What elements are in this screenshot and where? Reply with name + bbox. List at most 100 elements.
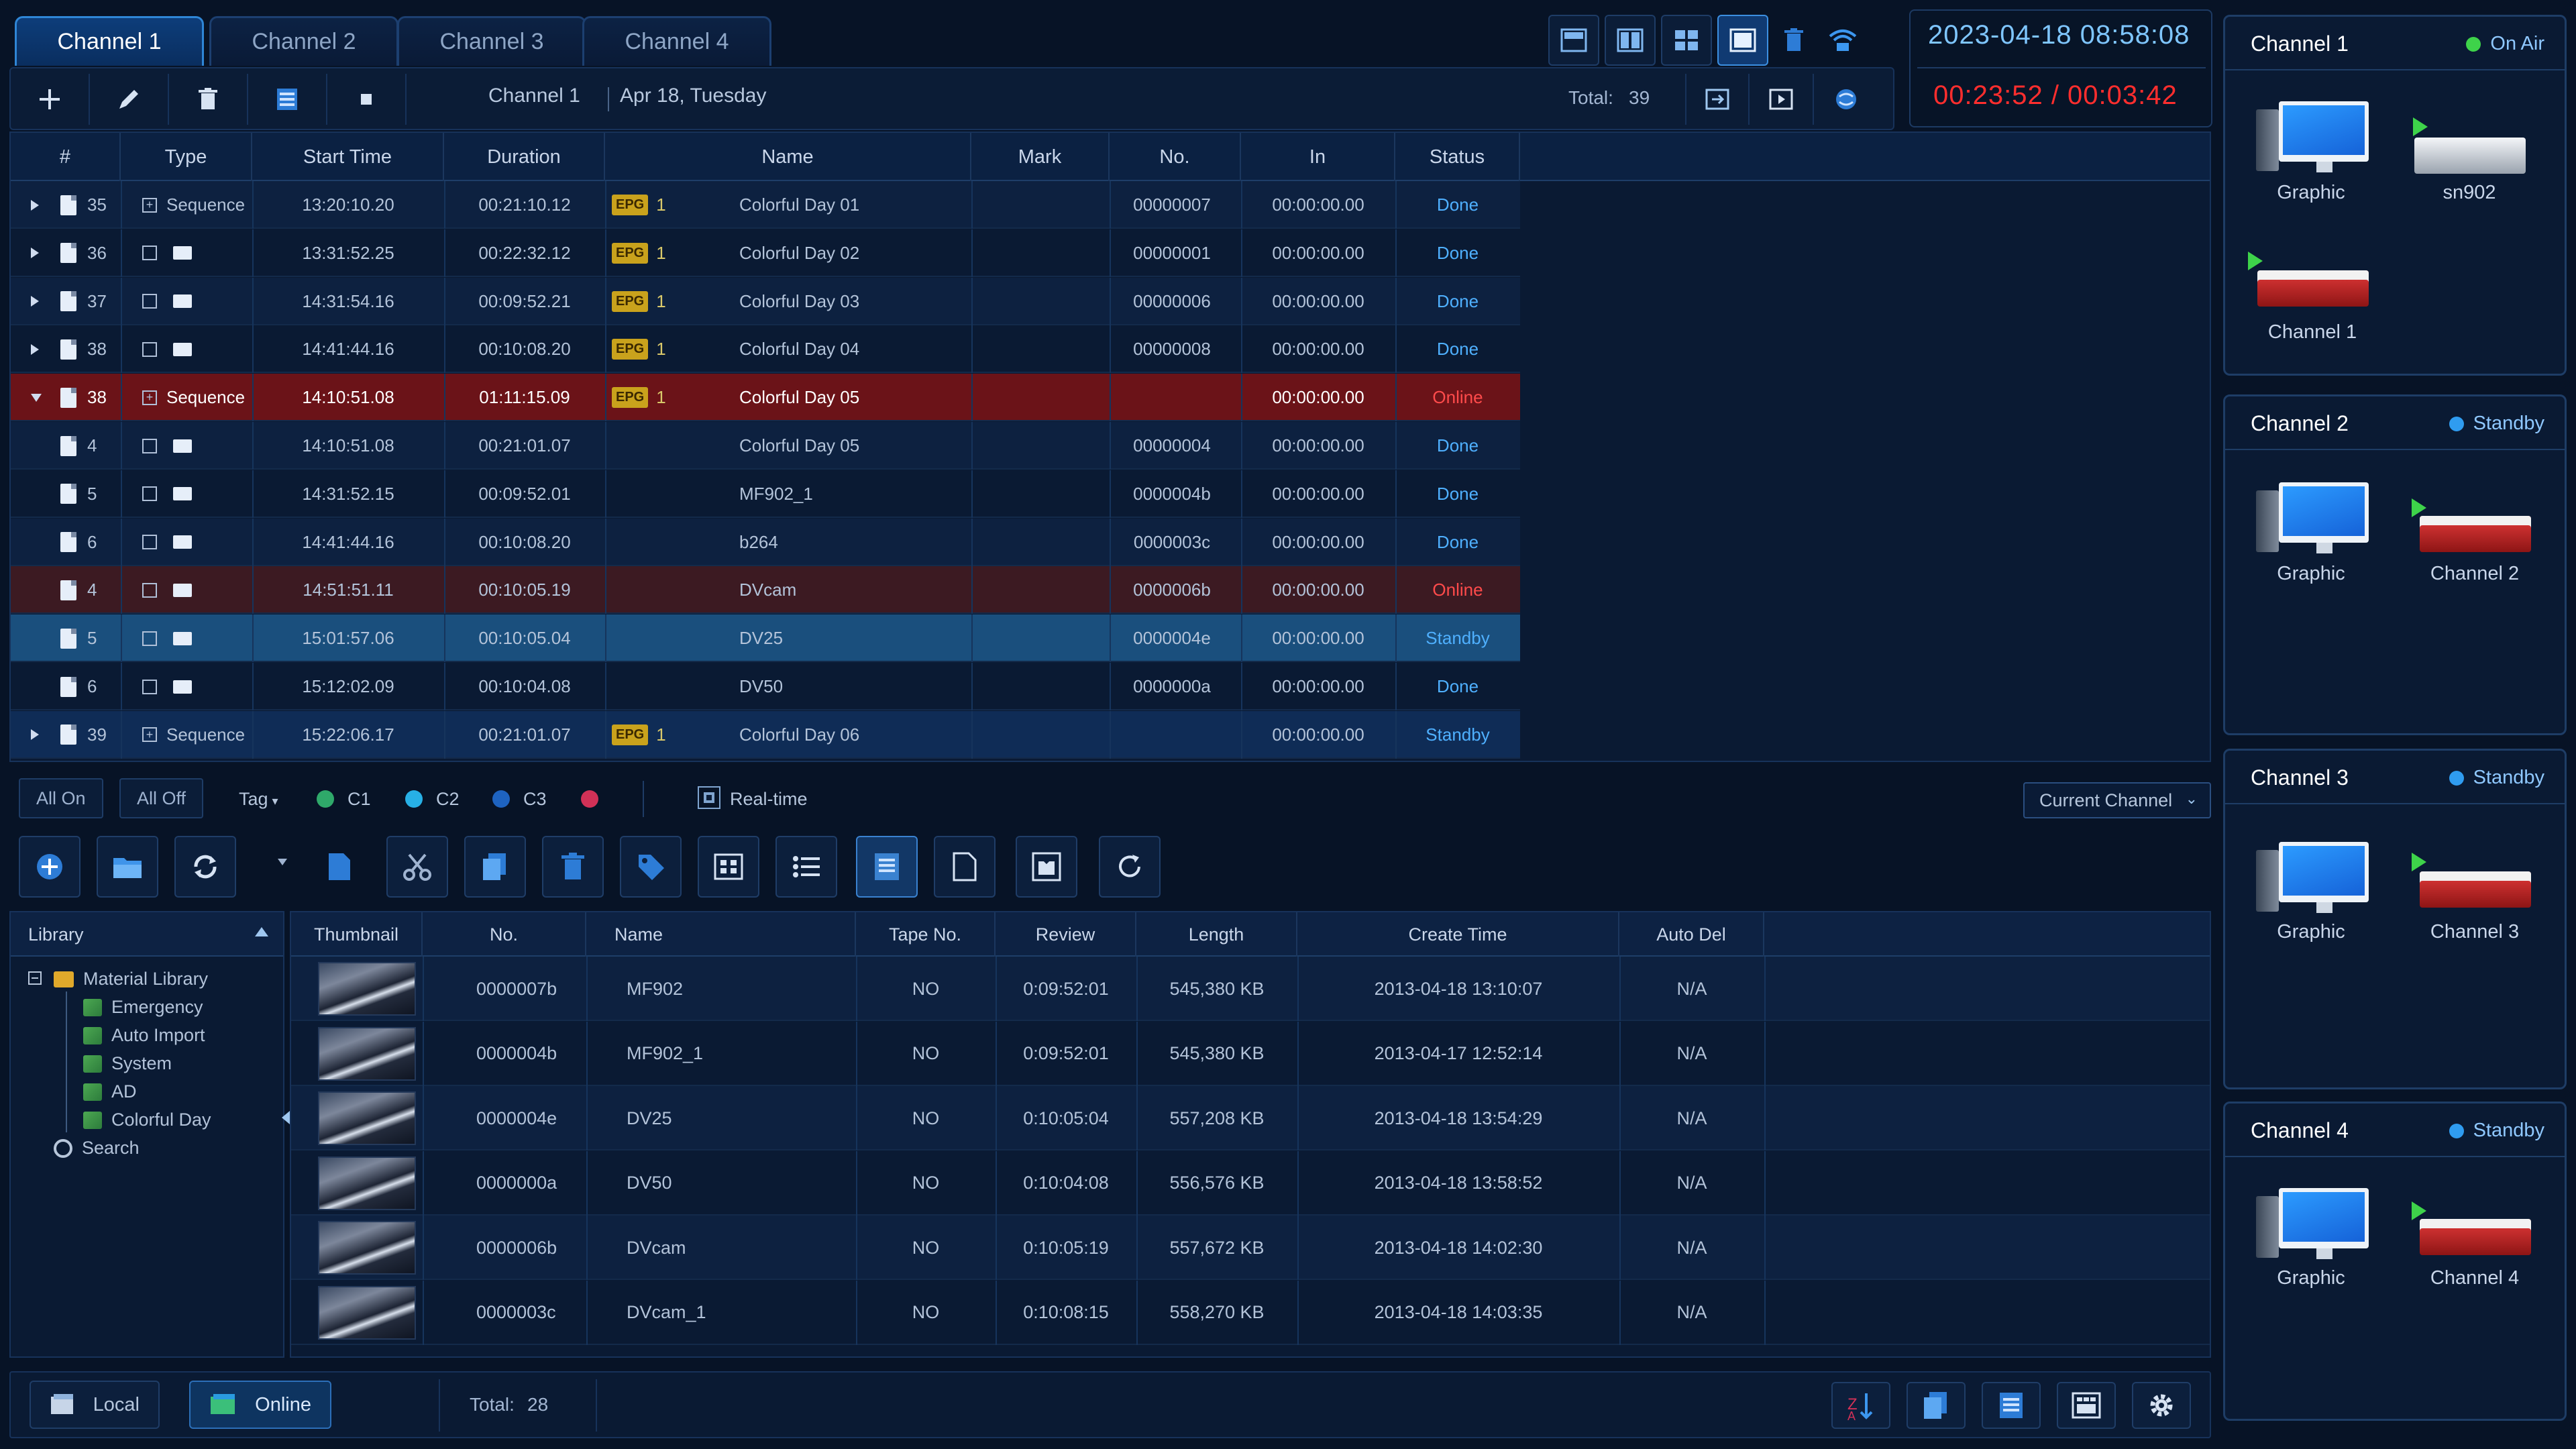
channel-card-1[interactable]: Channel 1 On Air Graphic sn902 Channel 1 <box>2223 15 2567 376</box>
new-file-icon[interactable] <box>309 836 370 898</box>
trash-icon[interactable] <box>1774 15 1814 66</box>
online-button[interactable]: Online <box>189 1381 331 1429</box>
media-row[interactable]: 0000007b MF902 NO 0:09:52:01 545,380 KB 2013-… <box>291 957 2210 1021</box>
schedule-icon[interactable] <box>1982 1382 2041 1429</box>
tree-item-emergency[interactable]: Emergency <box>83 997 203 1018</box>
table-row[interactable]: 5 14:31:52.15 00:09:52.01 MF902_1 0000004b 00… <box>11 470 1520 518</box>
col-mark[interactable]: Mark <box>971 133 1110 181</box>
table-row[interactable]: 5 15:01:57.06 00:10:05.04 DV25 0000004e 00:00… <box>11 614 1520 663</box>
globe-icon[interactable] <box>1814 74 1878 125</box>
media-thumbnail[interactable] <box>318 1026 416 1081</box>
collapse-icon[interactable] <box>255 927 268 936</box>
table-row[interactable]: 38 14:41:44.16 00:10:08.20 EPG 1 Colorful Day… <box>11 325 1520 374</box>
add-media-button[interactable] <box>19 836 80 898</box>
col-thumbnail[interactable]: Thumbnail <box>291 912 423 957</box>
expand-toggle-icon[interactable] <box>31 711 39 759</box>
media-row[interactable]: 0000006b DVcam NO 0:10:05:19 557,672 KB 2013-… <box>291 1216 2210 1280</box>
table-row[interactable]: 6 15:12:02.09 00:10:04.08 DV50 0000000a 00:00… <box>11 663 1520 710</box>
media-row[interactable]: 0000003c DVcam_1 NO 0:10:08:15 558,270 KB 201… <box>291 1280 2210 1345</box>
reload-icon[interactable] <box>1099 836 1161 898</box>
col-number[interactable]: # <box>11 133 121 181</box>
tag-c4-dot[interactable] <box>581 790 598 808</box>
folder-open-icon[interactable] <box>97 836 158 898</box>
col-media-no[interactable]: No. <box>423 912 586 957</box>
media-row[interactable]: 0000000a DV50 NO 0:10:04:08 556,576 KB 2013-0… <box>291 1150 2210 1216</box>
layout-grid-icon[interactable] <box>1661 15 1712 66</box>
expand-toggle-icon[interactable] <box>31 229 39 277</box>
tree-item-ad[interactable]: AD <box>83 1081 137 1102</box>
layout-single-icon[interactable] <box>1548 15 1599 66</box>
schedule-view-icon[interactable] <box>856 836 918 898</box>
expand-toggle-icon[interactable] <box>31 278 39 325</box>
table-row[interactable]: 37 14:31:54.16 00:09:52.21 EPG 1 Colorful Day… <box>11 277 1520 325</box>
channel-scope-select[interactable]: Current Channel ⌄ <box>2023 782 2211 818</box>
media-thumbnail[interactable] <box>318 1221 416 1275</box>
col-length[interactable]: Length <box>1136 912 1297 957</box>
media-thumbnail[interactable] <box>318 962 416 1016</box>
grid-view-icon[interactable] <box>698 836 759 898</box>
col-auto-del[interactable]: Auto Del <box>1619 912 1764 957</box>
tree-item-search[interactable]: Search <box>54 1138 140 1159</box>
import-icon[interactable] <box>1016 836 1077 898</box>
col-no[interactable]: No. <box>1110 133 1241 181</box>
col-duration[interactable]: Duration <box>444 133 605 181</box>
stop-button[interactable] <box>327 74 407 125</box>
tab-channel-2[interactable]: Channel 2 <box>209 16 398 66</box>
export-icon[interactable] <box>1685 74 1750 125</box>
local-button[interactable]: Local <box>30 1381 160 1429</box>
media-thumbnail[interactable] <box>318 1156 416 1210</box>
tab-channel-4[interactable]: Channel 4 <box>582 16 771 66</box>
col-review[interactable]: Review <box>996 912 1136 957</box>
copy-icon[interactable] <box>464 836 526 898</box>
tree-item-material-library[interactable]: Material Library <box>54 969 208 989</box>
col-create-time[interactable]: Create Time <box>1297 912 1619 957</box>
grid-panel-icon[interactable] <box>2057 1382 2116 1429</box>
dropdown-arrow-icon[interactable] <box>278 859 287 865</box>
schedule-button[interactable] <box>248 74 327 125</box>
tree-item-system[interactable]: System <box>83 1053 172 1074</box>
list-view-icon[interactable] <box>775 836 837 898</box>
expand-toggle-icon[interactable] <box>31 181 39 229</box>
tag-c1-dot[interactable] <box>317 790 334 808</box>
tree-item-colorful-day[interactable]: Colorful Day <box>83 1110 211 1130</box>
trash-icon[interactable] <box>542 836 604 898</box>
col-in[interactable]: In <box>1241 133 1395 181</box>
blank-document-icon[interactable] <box>934 836 996 898</box>
layout-full-icon[interactable] <box>1717 15 1768 66</box>
documents-icon[interactable] <box>1907 1382 1966 1429</box>
media-row[interactable]: 0000004e DV25 NO 0:10:05:04 557,208 KB 2013-0… <box>291 1086 2210 1150</box>
channel-card-3[interactable]: Channel 3 Standby Graphic Channel 3 <box>2223 749 2567 1089</box>
panel-collapse-arrow-icon[interactable] <box>282 1111 290 1124</box>
preview-icon[interactable] <box>1750 74 1814 125</box>
network-icon[interactable] <box>1819 15 1866 66</box>
tab-channel-1[interactable]: Channel 1 <box>15 16 204 66</box>
table-row[interactable]: 39 + Sequence 15:22:06.17 00:21:01.07 EPG 1 Col… <box>11 710 1520 759</box>
col-status[interactable]: Status <box>1395 133 1520 181</box>
expand-toggle-icon[interactable] <box>31 325 39 373</box>
col-name[interactable]: Name <box>605 133 971 181</box>
media-thumbnail[interactable] <box>318 1285 416 1340</box>
col-media-name[interactable]: Name <box>586 912 856 957</box>
table-row[interactable]: 6 14:41:44.16 00:10:08.20 b264 0000003c 00:00… <box>11 518 1520 566</box>
media-thumbnail[interactable] <box>318 1091 416 1145</box>
tree-item-auto-import[interactable]: Auto Import <box>83 1025 205 1046</box>
refresh-icon[interactable] <box>174 836 236 898</box>
collapse-toggle-icon[interactable] <box>28 971 42 985</box>
table-row[interactable]: 38 + Sequence 14:10:51.08 01:11:15.09 EPG 1 Col… <box>11 374 1520 422</box>
delete-button[interactable] <box>169 74 248 125</box>
cut-icon[interactable] <box>386 836 448 898</box>
realtime-icon[interactable] <box>698 786 720 809</box>
channel-card-4[interactable]: Channel 4 Standby Graphic Channel 4 <box>2223 1102 2567 1421</box>
media-row[interactable]: 0000004b MF902_1 NO 0:09:52:01 545,380 KB 201… <box>291 1021 2210 1086</box>
channel-card-2[interactable]: Channel 2 Standby Graphic Channel 2 <box>2223 394 2567 735</box>
all-on-button[interactable]: All On <box>19 778 103 818</box>
tag-dropdown[interactable]: Tag ▾ <box>239 789 278 810</box>
edit-button[interactable] <box>90 74 169 125</box>
col-tape-no[interactable]: Tape No. <box>856 912 996 957</box>
sort-icon[interactable]: ZA <box>1831 1382 1890 1429</box>
expand-toggle-icon[interactable] <box>31 374 42 421</box>
tag-c3-dot[interactable] <box>492 790 510 808</box>
table-row[interactable]: 4 14:10:51.08 00:21:01.07 Colorful Day 05 00… <box>11 422 1520 470</box>
table-row[interactable]: 4 14:51:51.11 00:10:05.19 DVcam 0000006b 00:0… <box>11 566 1520 614</box>
table-row[interactable]: 36 13:31:52.25 00:22:32.12 EPG 1 Colorful Day… <box>11 229 1520 277</box>
